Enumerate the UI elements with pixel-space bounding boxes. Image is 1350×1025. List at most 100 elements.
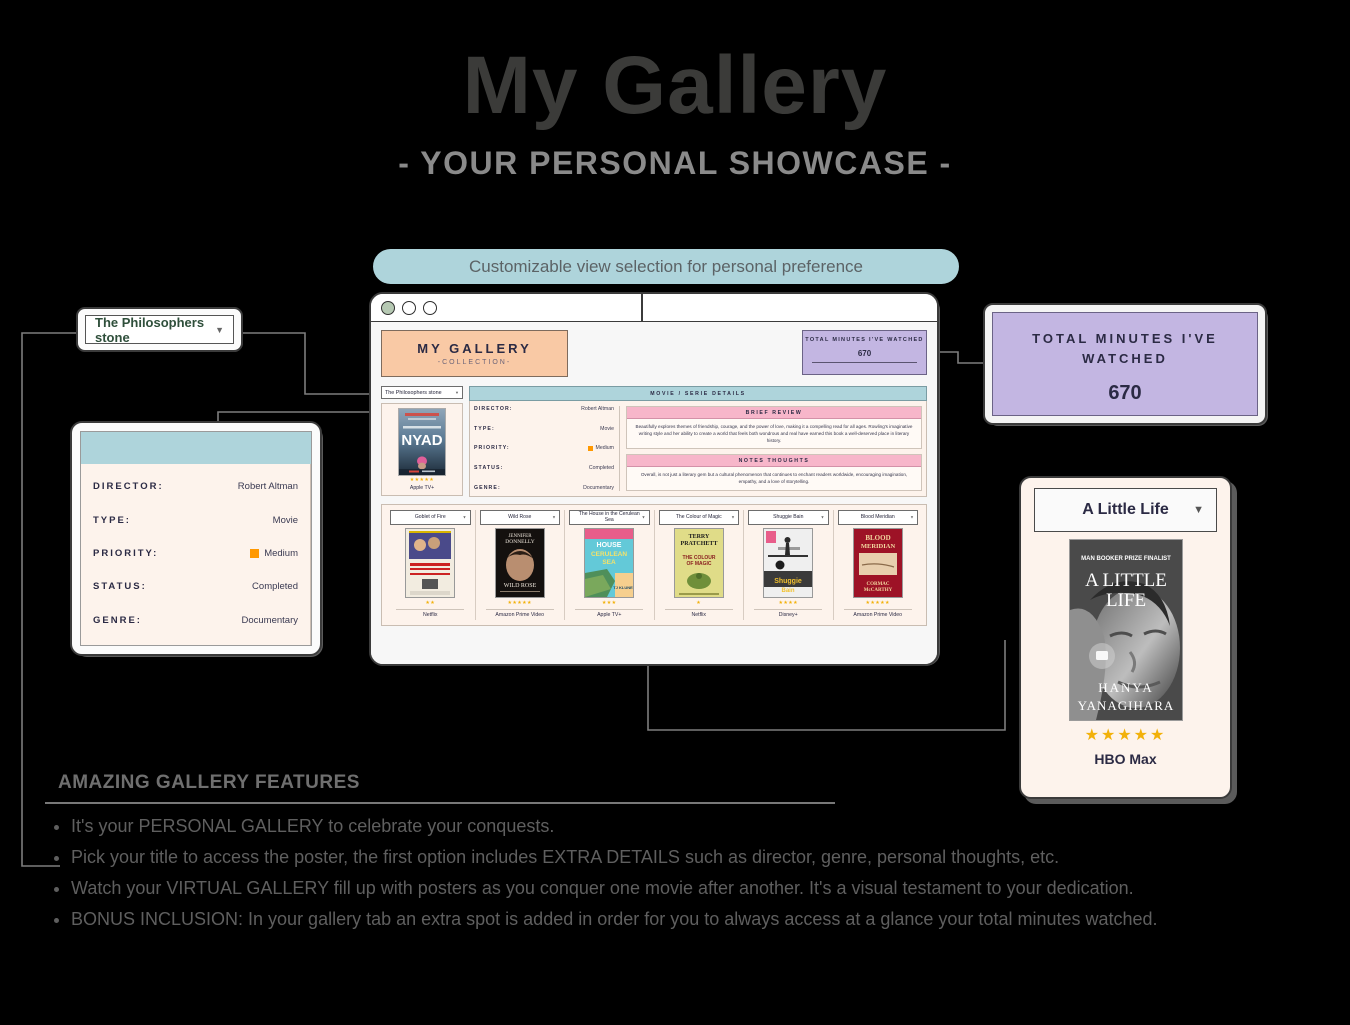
brand-name: MY GALLERY (417, 341, 532, 356)
detail-label: PRIORITY: (474, 445, 510, 452)
svg-text:Shuggie: Shuggie (774, 578, 802, 585)
minutes-widget-rule (811, 362, 918, 364)
window-close-dot-icon[interactable] (381, 300, 395, 315)
detail-label: TYPE: (474, 425, 495, 432)
title-selector-value: The Philosophers stone (385, 389, 442, 396)
chevron-down-icon: ▼ (215, 324, 224, 335)
svg-text:A LITTLE: A LITTLE (1085, 570, 1167, 591)
gallery-star-rating: ★★★★★ (507, 599, 532, 606)
gallery-title-selector[interactable]: The House in the Cerulean Sea ▼ (569, 509, 650, 525)
svg-text:MERIDIAN: MERIDIAN (861, 543, 896, 550)
svg-text:OF MAGIC: OF MAGIC (686, 561, 711, 567)
gallery-item[interactable]: The Colour of Magic ▼ TERRY PRATCHETT TH… (655, 509, 744, 620)
callout-minutes-label: TOTAL MINUTES I'VE WATCHED (1032, 331, 1218, 366)
callout-detail-row: GENRE: Documentary (93, 615, 298, 626)
gallery-star-rating: ★ (696, 599, 702, 606)
detail-label: GENRE: (474, 484, 501, 491)
window-maximize-dot-icon[interactable] (423, 300, 437, 315)
svg-text:NYAD: NYAD (401, 432, 442, 449)
details-panel-body: DIRECTOR: Robert Altman TYPE: Movie PRIO… (469, 401, 927, 497)
detail-value-priority: Medium (587, 445, 614, 452)
detail-row: STATUS: Completed (474, 465, 614, 471)
feature-item: BONUS INCLUSION: In your gallery tab an … (71, 905, 1341, 933)
features-divider (45, 802, 835, 804)
brand-tagline: -COLLECTION- (437, 359, 512, 366)
svg-text:Bain: Bain (782, 588, 795, 594)
window-minimize-dot-icon[interactable] (402, 300, 416, 315)
poster-badge-text: MAN BOOKER PRIZE FINALIST (1081, 556, 1171, 562)
gallery-item[interactable]: Wild Rose ▼ JENNIFER DONNELLY WILD ROSE (476, 509, 565, 620)
svg-text:HOUSE: HOUSE (597, 542, 622, 549)
svg-text:WILD ROSE: WILD ROSE (504, 583, 537, 589)
gallery-poster-image: Shuggie Bain (763, 527, 814, 598)
detail-row: DIRECTOR: Robert Altman (474, 406, 614, 412)
callout-dropdown-control[interactable]: The Philosophers stone ▼ (85, 315, 234, 345)
callout-detail-label: PRIORITY: (93, 547, 159, 559)
callout-details-rows: DIRECTOR: Robert Altman TYPE: Movie PRIO… (81, 464, 311, 645)
window-titlebar (371, 294, 937, 322)
gallery-title-selector[interactable]: Blood Meridian ▼ (837, 509, 918, 525)
details-panel: MOVIE / SERIE DETAILS DIRECTOR: Robert A… (469, 386, 927, 497)
gallery-title-value: The Colour of Magic (675, 513, 722, 520)
chevron-down-icon: ▼ (552, 514, 556, 520)
gallery-item[interactable]: The House in the Cerulean Sea ▼ HOUSE CE… (565, 509, 655, 620)
titlebar-divider (641, 294, 643, 321)
svg-text:LIFE: LIFE (1105, 590, 1145, 611)
callout-details-inner: DIRECTOR: Robert Altman TYPE: Movie PRIO… (80, 431, 312, 646)
gallery-title-value: Wild Rose (508, 513, 532, 520)
gallery-title-selector[interactable]: Goblet of Fire ▼ (390, 509, 471, 525)
gallery-title-value: Goblet of Fire (414, 513, 446, 520)
gallery-provider: Apple TV+ (575, 608, 644, 618)
feature-item: Watch your VIRTUAL GALLERY fill up with … (71, 874, 1341, 902)
app-header: MY GALLERY -COLLECTION- TOTAL MINUTES I'… (381, 330, 927, 377)
gallery-provider: Netflix (396, 608, 465, 618)
brand-block: MY GALLERY -COLLECTION- (381, 330, 568, 377)
notes-thoughts-text: Overall, is not just a literary gem but … (640, 472, 908, 485)
gallery-title-selector[interactable]: Shuggie Bain ▼ (748, 509, 829, 525)
svg-text:CORMAC: CORMAC (866, 582, 889, 587)
svg-text:PRATCHETT: PRATCHETT (680, 541, 717, 547)
detail-value: Documentary (583, 484, 614, 491)
callout-detail-value-priority: Medium (250, 548, 298, 559)
detail-row: GENRE: Documentary (474, 485, 614, 491)
feature-text: Watch your VIRTUAL GALLERY fill up with … (71, 878, 1134, 899)
little-life-poster-image: MAN BOOKER PRIZE FINALIST A LITTLE LIFE … (1068, 539, 1183, 721)
feature-text: BONUS INCLUSION: In your gallery tab an … (71, 909, 1158, 930)
little-life-selector[interactable]: A Little Life ▼ (1034, 488, 1217, 532)
gallery-provider: Netflix (664, 608, 733, 618)
callout-minutes-inner: TOTAL MINUTES I'VE WATCHED 670 (992, 312, 1258, 416)
feature-text: Pick your title to access the poster, th… (71, 847, 1060, 868)
gallery-poster-image (405, 527, 456, 598)
title-selector[interactable]: The Philosophers stone ▼ (381, 386, 463, 399)
gallery-item[interactable]: Shuggie Bain ▼ Shuggie Bain ★★★★ Disney+ (744, 509, 834, 620)
detail-value: Robert Altman (581, 406, 614, 412)
priority-swatch-icon (250, 548, 260, 558)
gallery-title-selector[interactable]: The Colour of Magic ▼ (658, 509, 739, 525)
featured-poster-image: NYAD (398, 408, 446, 476)
callout-detail-row: TYPE: Movie (93, 515, 298, 526)
svg-text:DONNELLY: DONNELLY (505, 539, 534, 545)
page-subtitle: - YOUR PERSONAL SHOWCASE - (398, 145, 952, 181)
little-life-provider: HBO Max (1094, 751, 1157, 767)
gallery-title-selector[interactable]: Wild Rose ▼ (479, 509, 560, 525)
callout-details-band (81, 432, 311, 464)
detail-row: PRIORITY: Medium (474, 445, 614, 451)
callout-dropdown: The Philosophers stone ▼ (76, 307, 243, 352)
chevron-down-icon: ▼ (1193, 504, 1204, 516)
priority-text: Medium (595, 445, 614, 452)
brief-review-box: BRIEF REVIEW Beautifully explores themes… (626, 406, 922, 450)
gallery-provider: Amazon Prime Video (843, 608, 912, 618)
featured-column: The Philosophers stone ▼ NYAD ★★★★★ Appl… (381, 386, 463, 497)
callout-minutes-card: TOTAL MINUTES I'VE WATCHED 670 (983, 303, 1267, 425)
priority-text: Medium (264, 547, 298, 559)
gallery-item[interactable]: Blood Meridian ▼ BLOOD MERIDIAN CORMAC M… (834, 509, 923, 620)
chevron-down-icon: ▼ (731, 514, 735, 520)
poster-canvas: My Gallery - YOUR PERSONAL SHOWCASE - Cu… (0, 0, 1350, 1025)
gallery-item[interactable]: Goblet of Fire ▼ ★★ Netflix (386, 509, 476, 620)
gallery-title-value: The House in the Cerulean Sea (578, 510, 640, 524)
callout-detail-value: Completed (252, 581, 298, 593)
banner-text: Customizable view selection for personal… (468, 256, 864, 276)
callout-detail-row: PRIORITY: Medium (93, 548, 298, 559)
featured-poster-card[interactable]: NYAD ★★★★★ Apple TV+ (381, 403, 463, 496)
details-panel-header: MOVIE / SERIE DETAILS (469, 386, 927, 401)
